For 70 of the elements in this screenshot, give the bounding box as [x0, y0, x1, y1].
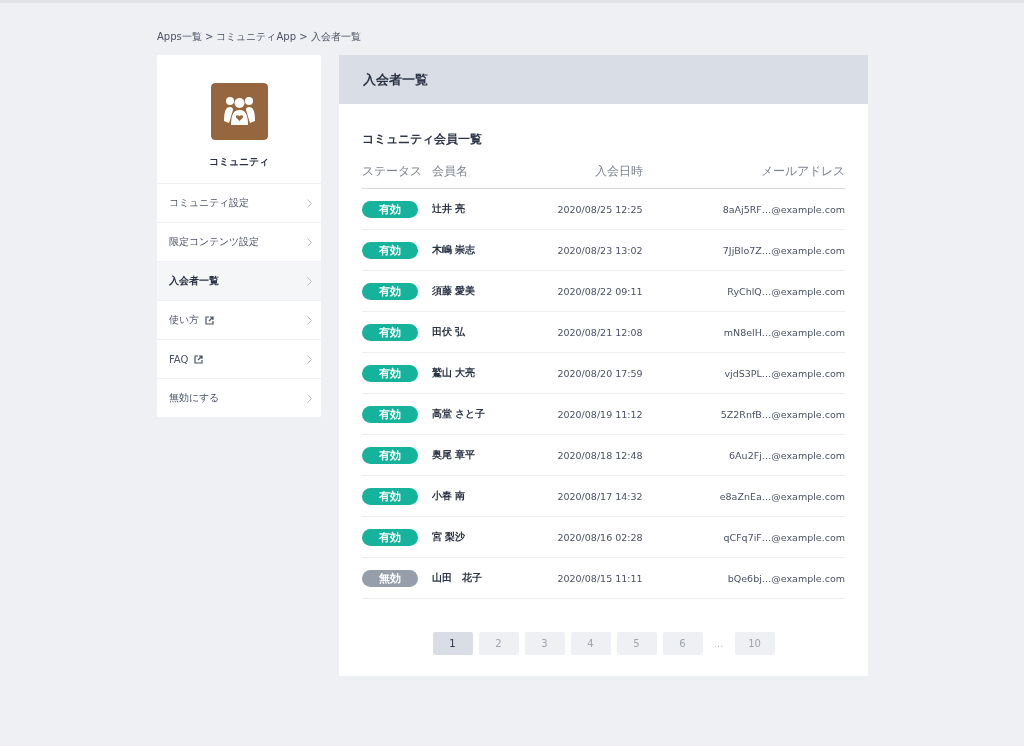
- join-date: 2020/08/23 13:02: [557, 244, 643, 256]
- member-name: 高堂 さと子: [432, 408, 486, 419]
- status-badge: 有効: [362, 487, 418, 505]
- column-header: 入会日時: [594, 164, 643, 178]
- status-badge: 無効: [362, 569, 418, 587]
- member-email: 5Z2RnfB…@example.com: [720, 408, 845, 420]
- status-badge: 有効: [362, 528, 418, 546]
- member-name: 宮 梨沙: [432, 531, 466, 542]
- member-email: bQe6bj…@example.com: [727, 572, 845, 584]
- status-badge: 有効: [362, 364, 418, 382]
- status-badge: 有効: [362, 323, 418, 341]
- member-email: mN8elH…@example.com: [723, 326, 845, 338]
- member-email: 6Au2Fj…@example.com: [729, 449, 845, 461]
- member-email: 8aAj5RF…@example.com: [722, 203, 845, 215]
- join-date: 2020/08/16 02:28: [557, 531, 643, 543]
- community-app-icon: [210, 83, 268, 140]
- page-ellipsis: …: [712, 638, 725, 649]
- status-badge: 有効: [362, 282, 418, 300]
- sidebar-item-label: 限定コンテンツ設定: [169, 235, 259, 249]
- join-date: 2020/08/19 11:12: [557, 408, 643, 420]
- member-name: 鷲山 大亮: [432, 367, 476, 378]
- chevron-right-icon: [307, 198, 312, 208]
- member-name: 小春 南: [432, 490, 466, 501]
- sidebar-item-label: 無効にする: [169, 391, 219, 405]
- member-name: 田伏 弘: [432, 326, 466, 337]
- status-badge: 有効: [362, 446, 418, 464]
- chevron-right-icon: [307, 237, 312, 247]
- sidebar-item[interactable]: コミュニティ設定: [157, 184, 321, 223]
- external-link-icon: [205, 315, 214, 325]
- sidebar-item-label: 使い方: [169, 313, 199, 327]
- sidebar-item[interactable]: 入会者一覧: [157, 262, 321, 301]
- member-name: 木嶋 崇志: [432, 244, 476, 255]
- member-name: 山田 花子: [432, 572, 482, 583]
- breadcrumb: Apps一覧 > コミュニティApp > 入会者一覧: [157, 31, 361, 42]
- sidebar-item-label: FAQ: [169, 353, 189, 365]
- member-email: RyChlQ…@example.com: [727, 285, 845, 297]
- join-date: 2020/08/21 12:08: [557, 326, 643, 338]
- external-link-icon: [194, 354, 204, 364]
- status-badge: 有効: [362, 241, 418, 259]
- member-email: qCFq7iF…@example.com: [723, 531, 845, 543]
- member-email: 7JjBlo7Z…@example.com: [722, 244, 845, 256]
- page-button[interactable]: 1: [432, 632, 473, 655]
- member-email: vjdS3PL…@example.com: [724, 367, 845, 379]
- member-name: 奥尾 章平: [432, 449, 476, 460]
- column-header: メールアドレス: [761, 164, 845, 178]
- join-date: 2020/08/22 09:11: [557, 285, 643, 297]
- sidebar-item[interactable]: 使い方: [157, 301, 321, 340]
- chevron-right-icon: [307, 276, 312, 286]
- column-header: 会員名: [432, 164, 468, 178]
- sidebar-item-label: 入会者一覧: [169, 274, 219, 288]
- sidebar-item[interactable]: FAQ: [157, 340, 321, 379]
- chevron-right-icon: [307, 315, 312, 325]
- app-name: コミュニティ: [209, 155, 269, 169]
- sidebar-item[interactable]: 無効にする: [157, 379, 321, 417]
- sidebar-item-label: コミュニティ設定: [169, 196, 249, 210]
- join-date: 2020/08/25 12:25: [557, 203, 643, 215]
- chevron-right-icon: [307, 393, 312, 403]
- column-header: ステータス: [362, 164, 422, 178]
- chevron-right-icon: [307, 354, 312, 364]
- status-badge: 有効: [362, 405, 418, 423]
- member-name: 須藤 愛美: [432, 285, 476, 296]
- member-name: 辻井 亮: [432, 203, 466, 214]
- page-title: 入会者一覧: [363, 70, 428, 89]
- join-date: 2020/08/18 12:48: [557, 449, 643, 461]
- section-title: コミュニティ会員一覧: [362, 131, 483, 148]
- join-date: 2020/08/17 14:32: [557, 490, 643, 502]
- join-date: 2020/08/15 11:11: [557, 572, 643, 584]
- join-date: 2020/08/20 17:59: [557, 367, 643, 379]
- status-badge: 有効: [362, 200, 418, 218]
- member-email: e8aZnEa…@example.com: [719, 490, 845, 502]
